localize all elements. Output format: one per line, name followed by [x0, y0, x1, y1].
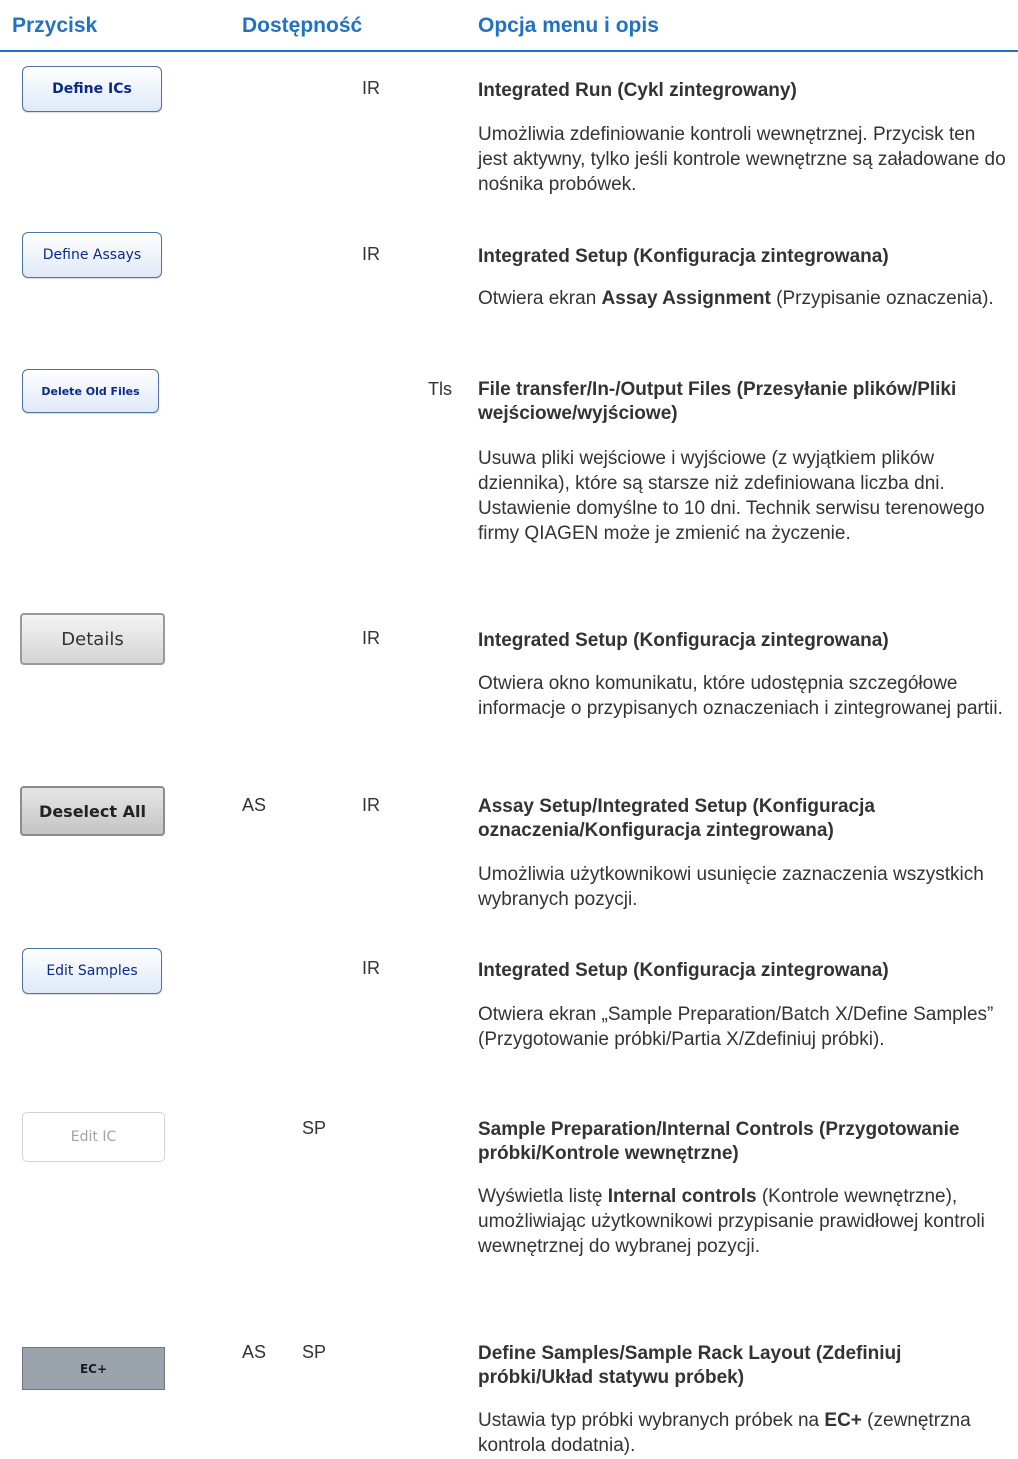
row-title: Integrated Run (Cykl zintegrowany) [478, 80, 797, 101]
availability-ir: IR [362, 78, 380, 98]
column-header-button: Przycisk [12, 14, 98, 37]
column-header-availability: Dostępność [242, 14, 363, 37]
row-title: Define Samples/Sample Rack Layout (Zdefi… [478, 1343, 902, 1388]
row-description: Umożliwia użytkownikowi usunięcie zaznac… [478, 864, 984, 910]
availability-as: AS [242, 795, 267, 815]
availability-tls: Tls [428, 379, 452, 399]
deselect-all-button[interactable]: Deselect All [20, 786, 165, 836]
row-description: Otwiera ekran „Sample Preparation/Batch … [478, 1004, 994, 1050]
row-description: Usuwa pliki wejściowe i wyjściowe (z wyj… [478, 448, 985, 544]
details-button[interactable]: Details [20, 613, 165, 665]
edit-ic-button[interactable]: Edit IC [22, 1112, 165, 1162]
column-header-menu-option: Opcja menu i opis [478, 14, 659, 37]
define-ics-button[interactable]: Define ICs [22, 66, 162, 112]
row-title: Assay Setup/Integrated Setup (Konfigurac… [478, 796, 875, 841]
row-title: Integrated Setup (Konfiguracja zintegrow… [478, 630, 889, 651]
ec-plus-button[interactable]: EC+ [22, 1347, 165, 1390]
delete-old-files-button[interactable]: Delete Old Files [22, 369, 159, 413]
row-title: File transfer/In-/Output Files (Przesyła… [478, 379, 957, 424]
availability-ir: IR [362, 958, 380, 978]
header-rule [0, 50, 1018, 52]
availability-sp: SP [302, 1118, 327, 1138]
row-title: Integrated Setup (Konfiguracja zintegrow… [478, 246, 889, 267]
availability-ir: IR [362, 628, 380, 648]
row-title: Integrated Setup (Konfiguracja zintegrow… [478, 960, 889, 981]
row-description: Ustawia typ próbki wybranych próbek na E… [478, 1410, 971, 1456]
availability-ir: IR [362, 795, 380, 815]
row-description: Wyświetla listę Internal controls (Kontr… [478, 1186, 985, 1257]
row-description: Otwiera okno komunikatu, które udostępni… [478, 673, 1003, 719]
row-description: Umożliwia zdefiniowanie kontroli wewnętr… [478, 124, 1006, 195]
row-title: Sample Preparation/Internal Controls (Pr… [478, 1119, 960, 1164]
row-description: Otwiera ekran Assay Assignment (Przypisa… [478, 288, 994, 309]
define-assays-button[interactable]: Define Assays [22, 232, 162, 278]
availability-as: AS [242, 1342, 267, 1362]
availability-ir: IR [362, 244, 380, 264]
availability-sp: SP [302, 1342, 327, 1362]
edit-samples-button[interactable]: Edit Samples [22, 948, 162, 994]
